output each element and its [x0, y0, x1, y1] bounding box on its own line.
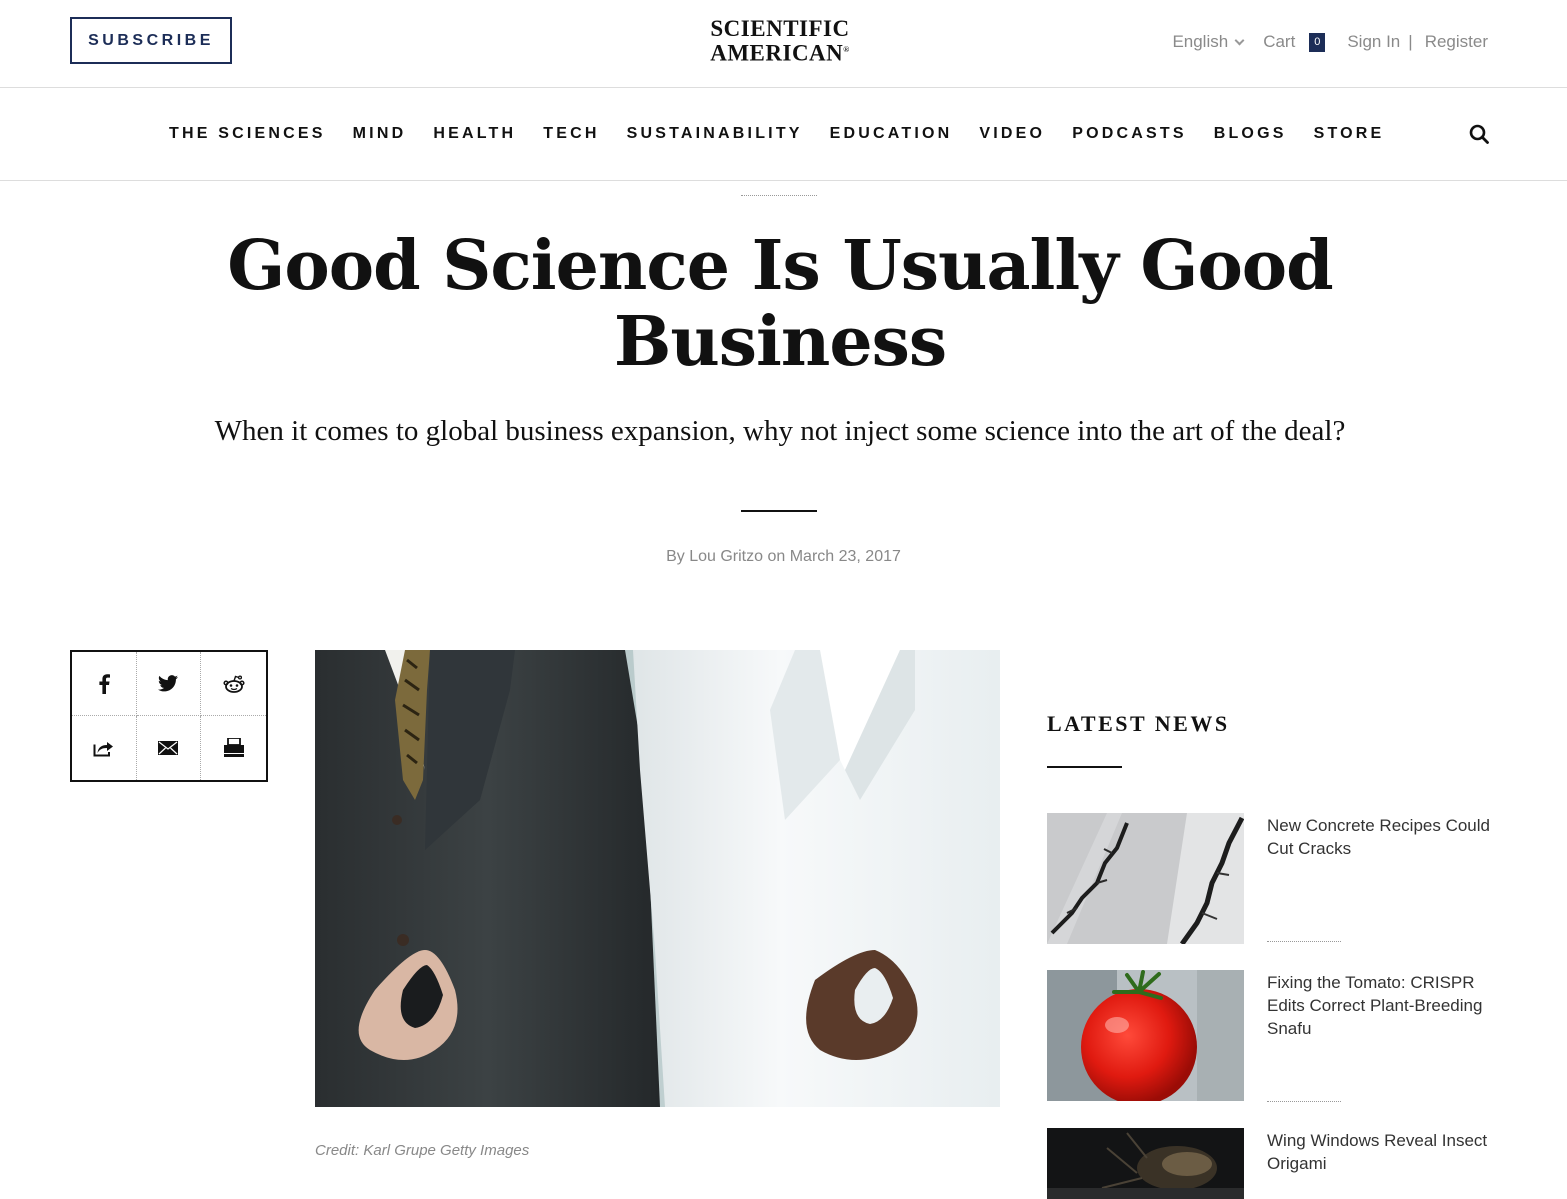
facebook-share-button[interactable] [72, 652, 137, 716]
twitter-icon [158, 675, 179, 692]
main-nav: THE SCIENCES MIND HEALTH TECH SUSTAINABI… [0, 88, 1567, 181]
latest-news-heading: LATEST NEWS [1047, 711, 1230, 736]
reddit-share-button[interactable] [201, 652, 266, 716]
headline-rule [741, 510, 817, 512]
sign-in-link[interactable]: Sign In [1347, 32, 1400, 52]
nav-item-blogs[interactable]: BLOGS [1214, 125, 1287, 143]
section-divider [741, 195, 817, 196]
language-label: English [1172, 32, 1229, 51]
insect-image [1047, 1128, 1244, 1199]
image-credit: Credit: Karl Grupe Getty Images [315, 1142, 530, 1159]
news-title-concrete[interactable]: New Concrete Recipes Could Cut Cracks [1267, 814, 1492, 860]
print-icon [223, 738, 244, 757]
nav-item-education[interactable]: EDUCATION [830, 125, 953, 143]
reddit-icon [223, 674, 245, 693]
nav-item-podcasts[interactable]: PODCASTS [1072, 125, 1187, 143]
article-hero-image [315, 650, 1000, 1107]
chevron-down-icon [1234, 35, 1245, 45]
nav-item-sustainability[interactable]: SUSTAINABILITY [627, 125, 803, 143]
top-bar: SUBSCRIBE SCIENTIFIC AMERICAN® English C… [0, 0, 1567, 88]
nav-item-video[interactable]: VIDEO [979, 125, 1045, 143]
email-icon [158, 741, 179, 755]
nav-item-the-sciences[interactable]: THE SCIENCES [169, 125, 326, 143]
nav-list: THE SCIENCES MIND HEALTH TECH SUSTAINABI… [169, 125, 1411, 143]
print-button[interactable] [201, 716, 266, 780]
share-tools [70, 650, 268, 782]
nav-item-tech[interactable]: TECH [543, 125, 599, 143]
tomato-image [1047, 970, 1244, 1101]
account-links: English Cart 0 Sign In | Register [1172, 32, 1488, 52]
article-headline: Good Science Is Usually Good Business [227, 226, 1333, 382]
news-divider [1267, 1101, 1341, 1102]
logo-registered-mark: ® [843, 45, 850, 54]
news-thumb-concrete[interactable] [1047, 813, 1244, 944]
news-thumb-insect[interactable] [1047, 1128, 1244, 1199]
latest-news-rule [1047, 766, 1122, 768]
concrete-crack-image [1047, 813, 1244, 944]
search-icon[interactable] [1469, 124, 1489, 144]
nav-item-health[interactable]: HEALTH [433, 125, 516, 143]
news-title-insect[interactable]: Wing Windows Reveal Insect Origami [1267, 1129, 1492, 1175]
register-link[interactable]: Register [1425, 32, 1488, 52]
share-icon [93, 741, 114, 756]
article-dek: When it comes to global business expansi… [214, 415, 1346, 447]
twitter-share-button[interactable] [136, 652, 202, 716]
link-separator: | [1408, 32, 1413, 51]
subscribe-button[interactable]: SUBSCRIBE [70, 17, 232, 64]
facebook-icon [99, 673, 110, 694]
nav-item-store[interactable]: STORE [1314, 125, 1385, 143]
logo-line-2: AMERICAN® [690, 39, 870, 66]
logo-line-2-text: AMERICAN [710, 40, 844, 66]
site-logo[interactable]: SCIENTIFIC AMERICAN® [690, 16, 870, 66]
news-divider [1267, 941, 1341, 942]
share-link-button[interactable] [72, 716, 137, 780]
language-selector[interactable]: English [1172, 32, 1245, 52]
news-title-tomato[interactable]: Fixing the Tomato: CRISPR Edits Correct … [1267, 971, 1492, 1040]
article-byline: By Lou Gritzo on March 23, 2017 [666, 548, 901, 565]
news-thumb-tomato[interactable] [1047, 970, 1244, 1101]
cart-link[interactable]: Cart [1263, 32, 1295, 52]
email-share-button[interactable] [137, 716, 202, 780]
hero-illustration [315, 650, 1000, 1107]
cart-count-badge: 0 [1309, 32, 1326, 52]
logo-line-1: SCIENTIFIC [710, 16, 850, 41]
nav-item-mind[interactable]: MIND [353, 125, 407, 143]
